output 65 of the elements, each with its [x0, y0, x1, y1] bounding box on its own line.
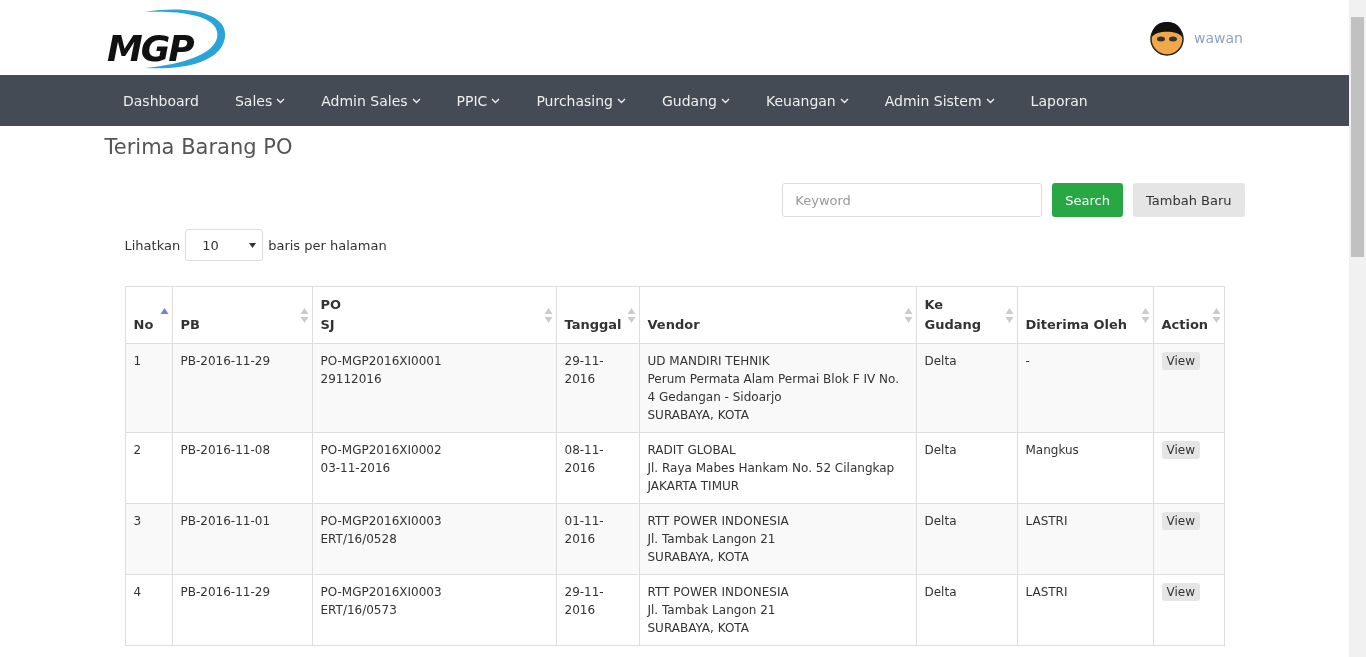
- nav-item[interactable]: Keuangan: [747, 92, 867, 109]
- sort-icon[interactable]: [1140, 307, 1150, 324]
- scrollbar[interactable]: [1349, 0, 1366, 657]
- table-cell: RTT POWER INDONESIA Jl. Tambak Langon 21 SURABAYA, KOTA: [639, 503, 916, 575]
- table-cell: LASTRI: [1017, 574, 1153, 646]
- table-cell: Delta: [916, 343, 1017, 433]
- table-cell: -: [1017, 343, 1153, 433]
- caret-icon: [249, 242, 257, 248]
- page-title: Terima Barang PO: [104, 135, 294, 159]
- table-cell: PO-MGP2016XI0003 ERT/16/0528: [312, 503, 556, 575]
- table-cell: PO-MGP2016XI0001 29112016: [312, 343, 556, 433]
- keyword-field[interactable]: Keyword: [782, 183, 1043, 217]
- sort-icon[interactable]: [299, 307, 309, 324]
- nav-item[interactable]: Gudang: [644, 92, 748, 109]
- column-header[interactable]: Ke Gudang: [916, 286, 1017, 344]
- table-cell: PO-MGP2016XI0002 03-11-2016: [312, 432, 556, 504]
- column-header[interactable]: Action: [1153, 286, 1224, 344]
- view-button[interactable]: View: [1161, 512, 1200, 530]
- table-cell: 4: [125, 574, 172, 646]
- page-size-select[interactable]: 10: [185, 229, 264, 261]
- column-header[interactable]: PO SJ: [312, 286, 556, 344]
- sort-icon[interactable]: [543, 307, 553, 324]
- column-header[interactable]: Tanggal: [556, 286, 639, 344]
- column-header[interactable]: PB: [172, 286, 312, 344]
- view-button[interactable]: View: [1161, 352, 1200, 370]
- table-cell: PB-2016-11-29: [172, 574, 312, 646]
- page-size-label: baris per halaman: [268, 237, 387, 253]
- table-cell: Delta: [916, 574, 1017, 646]
- page-size-label: Lihatkan: [124, 237, 181, 253]
- sort-icon[interactable]: [626, 307, 636, 324]
- table-cell: LASTRI: [1017, 503, 1153, 575]
- column-header[interactable]: No: [125, 286, 172, 344]
- table-cell: PO-MGP2016XI0003 ERT/16/0573: [312, 574, 556, 646]
- table-cell: Mangkus: [1017, 432, 1153, 504]
- nav-item[interactable]: Dashboard: [105, 92, 217, 109]
- table-cell: Delta: [916, 503, 1017, 575]
- table-cell: 2: [125, 432, 172, 504]
- nav-item[interactable]: Purchasing: [518, 92, 644, 109]
- table-cell: 3: [125, 503, 172, 575]
- table-cell: 29-11-2016: [556, 343, 639, 433]
- nav-item[interactable]: Laporan: [1012, 92, 1106, 109]
- column-header[interactable]: Vendor: [639, 286, 916, 344]
- table-cell: PB-2016-11-01: [172, 503, 312, 575]
- table-cell: 29-11-2016: [556, 574, 639, 646]
- table-cell: RTT POWER INDONESIA Jl. Tambak Langon 21 SURABAYA, KOTA: [639, 574, 916, 646]
- nav-item[interactable]: PPIC: [438, 92, 519, 109]
- table-cell: 08-11-2016: [556, 432, 639, 504]
- sort-icon[interactable]: [903, 307, 913, 324]
- view-button[interactable]: View: [1161, 583, 1200, 601]
- nav-item[interactable]: Sales: [216, 92, 304, 109]
- column-header[interactable]: Diterima Oleh: [1017, 286, 1153, 344]
- table-cell: 01-11-2016: [556, 503, 639, 575]
- nav-item[interactable]: Admin Sistem: [866, 92, 1013, 109]
- avatar-icon: [1150, 19, 1185, 56]
- nav-item[interactable]: Admin Sales: [303, 92, 439, 109]
- table-cell: RADIT GLOBAL Jl. Raya Mabes Hankam No. 52 Cilangkap JAKARTA TIMUR: [639, 432, 916, 504]
- table-cell: 1: [125, 343, 172, 433]
- table-cell: Delta: [916, 432, 1017, 504]
- table-cell: UD MANDIRI TEHNIK Perum Permata Alam Permai Blok F IV No. 4 Gedangan - Sidoarjo SURABAYA, KOTA: [639, 343, 916, 433]
- table-cell: PB-2016-11-29: [172, 343, 312, 433]
- table-cell: PB-2016-11-08: [172, 432, 312, 504]
- sort-icon[interactable]: [1004, 307, 1014, 324]
- view-button[interactable]: View: [1161, 441, 1200, 459]
- sort-icon[interactable]: [1211, 307, 1221, 324]
- add-new-button[interactable]: Tambah Baru: [1133, 183, 1245, 217]
